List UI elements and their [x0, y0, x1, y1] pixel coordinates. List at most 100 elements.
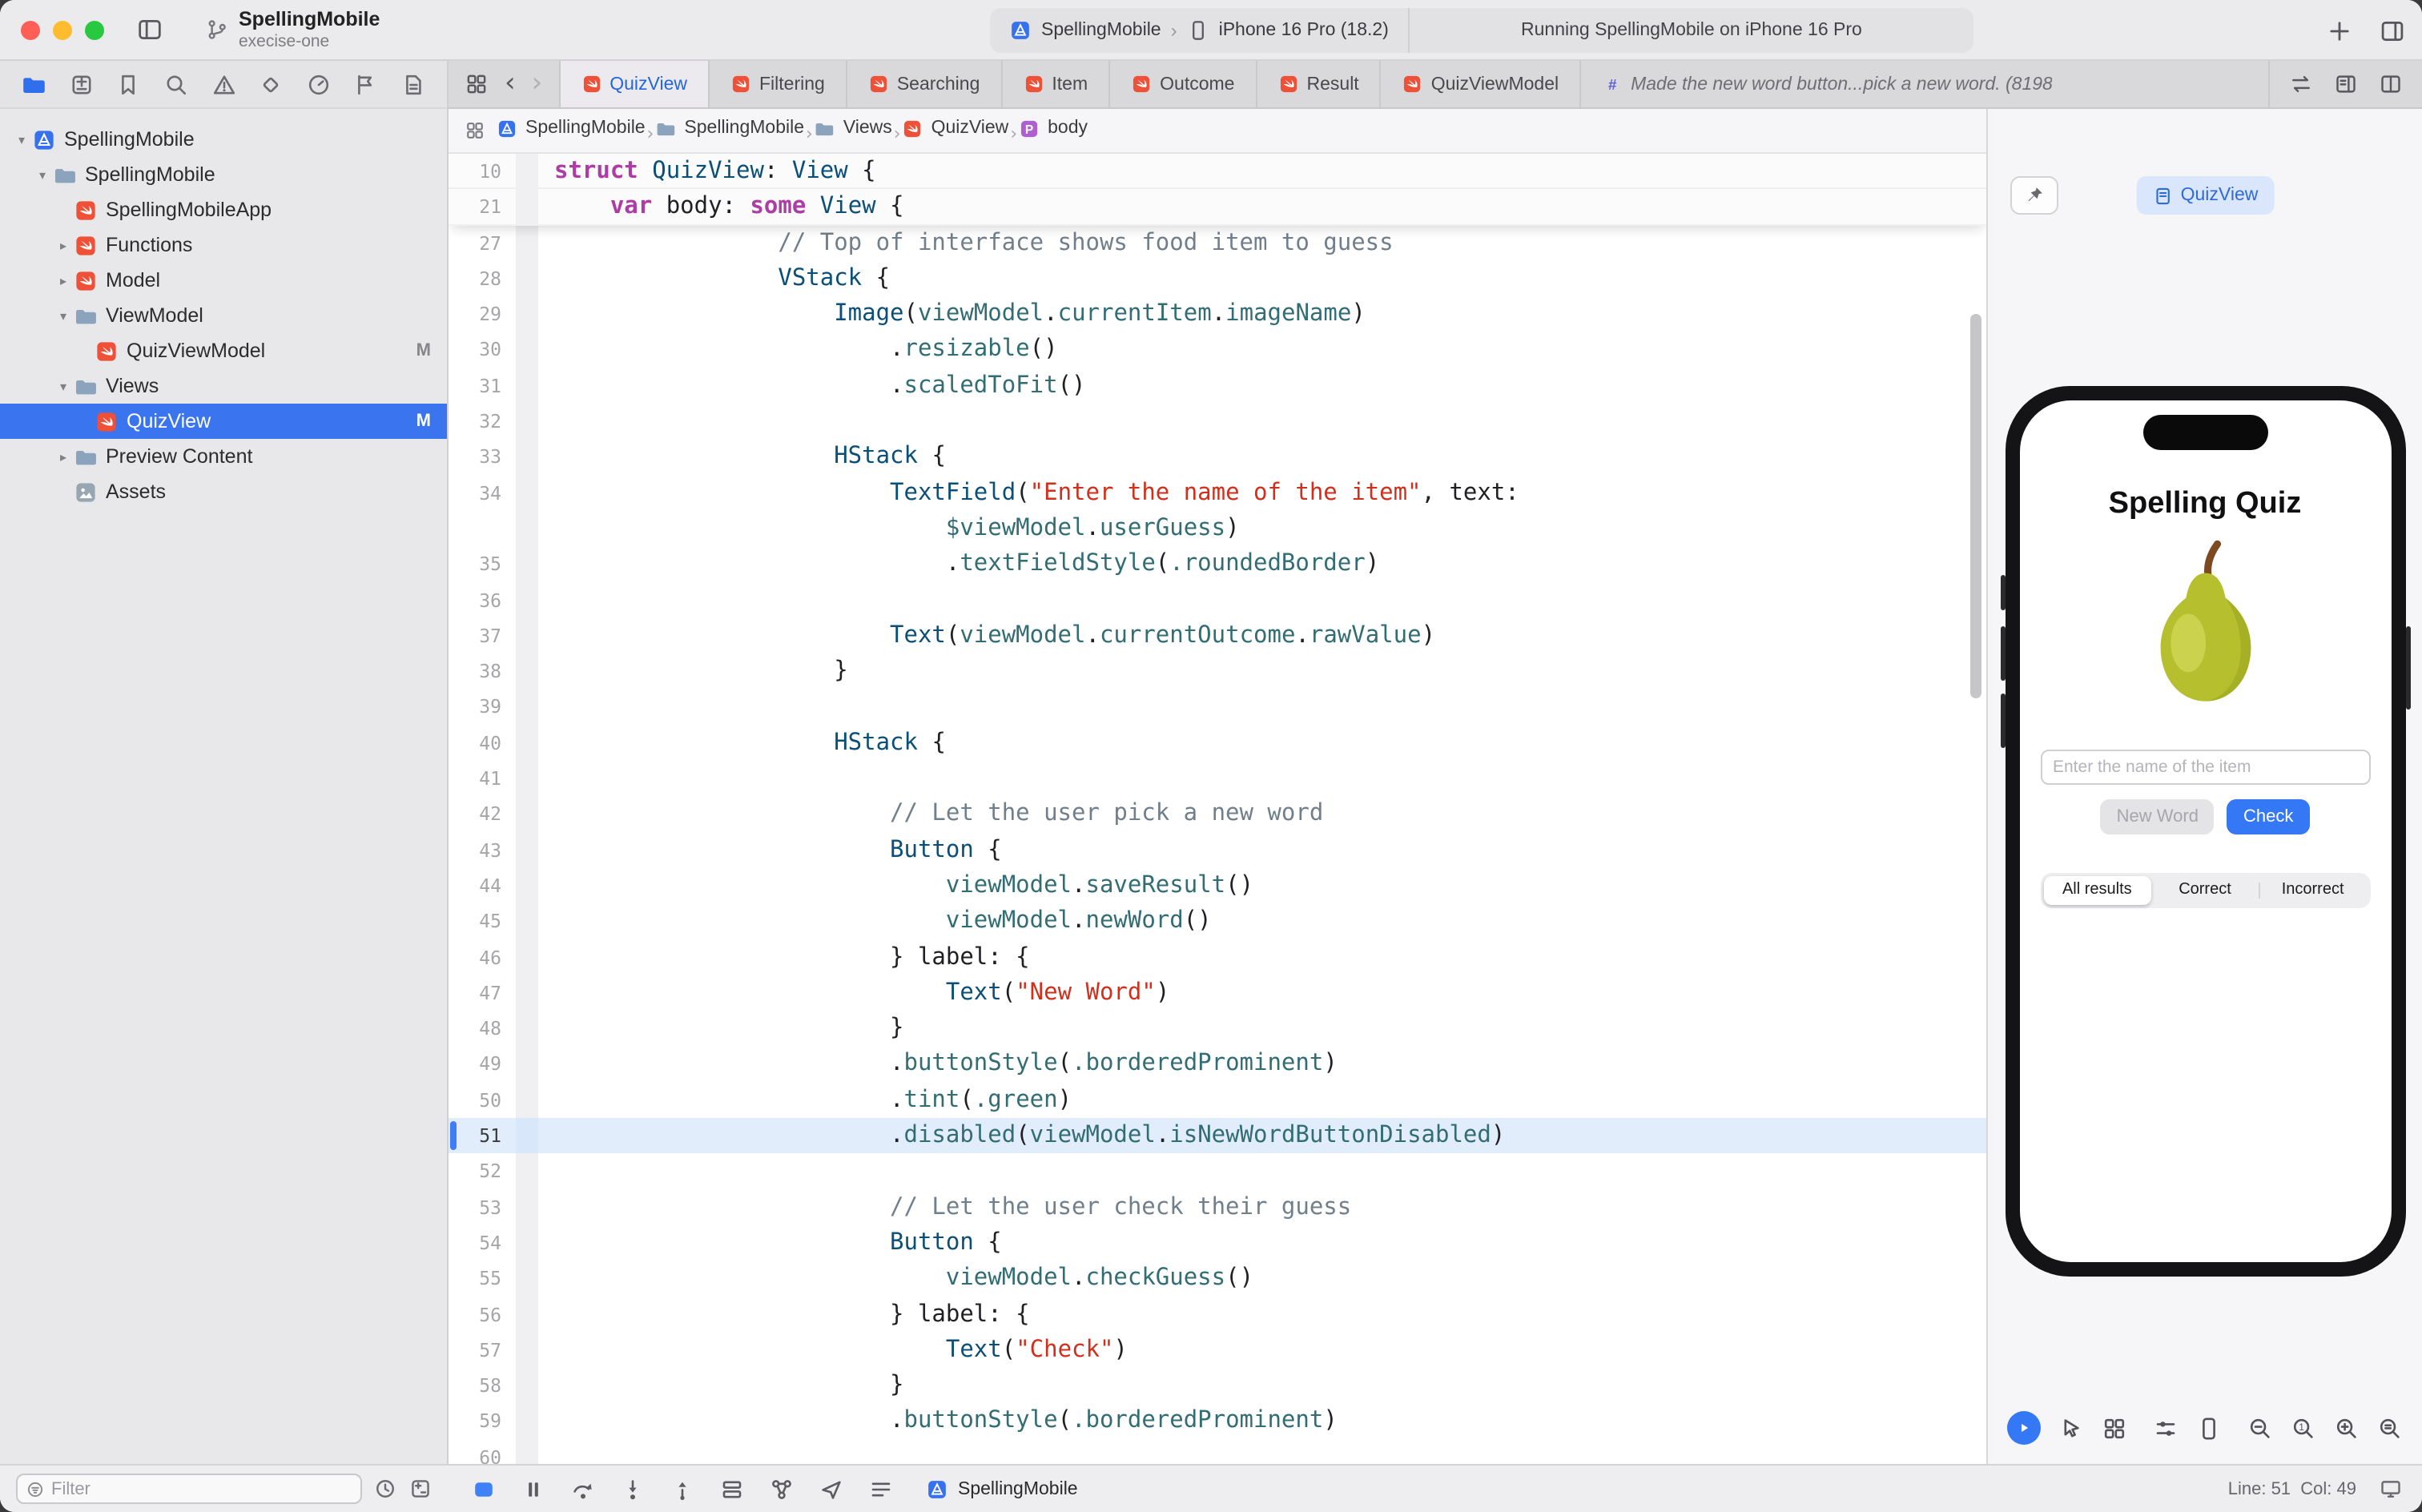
code-line[interactable]: 45 viewModel.newWord() [449, 903, 1986, 939]
editor-layout-icon[interactable] [2379, 17, 2406, 44]
tab-quizviewmodel[interactable]: QuizViewModel [1380, 61, 1579, 107]
breadcrumb-spellingmobile[interactable]: SpellingMobile [655, 118, 804, 139]
source-control-status-icon[interactable] [408, 1477, 432, 1501]
code-line[interactable]: 56 } label: { [449, 1297, 1986, 1333]
code-line[interactable]: 27 // Top of interface shows food item t… [449, 225, 1986, 261]
breakpoints-toggle-icon[interactable] [471, 1476, 497, 1502]
breadcrumb-quizview[interactable]: QuizView [903, 118, 1009, 139]
code-line[interactable]: 46 } label: { [449, 939, 1986, 975]
orientation-icon[interactable] [2196, 1415, 2222, 1441]
split-editor-icon[interactable] [2379, 72, 2403, 96]
navigator-find-icon[interactable] [163, 71, 189, 97]
sidebar-item-quizview[interactable]: QuizViewM [0, 404, 447, 439]
display-icon[interactable] [2379, 1477, 2403, 1501]
code-line[interactable]: 41 [449, 761, 1986, 797]
tab-outcome[interactable]: Outcome [1108, 61, 1255, 107]
navigator-source-control-icon[interactable] [68, 71, 94, 97]
tab-made-the-new-word-button-pick-a-new-word[interactable]: #Made the new word button...pick a new w… [1579, 61, 2268, 107]
editor-overview-icon[interactable] [465, 72, 489, 96]
variants-icon[interactable] [2102, 1415, 2127, 1441]
code-line[interactable]: 49 .buttonStyle(.borderedProminent) [449, 1047, 1986, 1083]
sidebar-item-functions[interactable]: ▸Functions [0, 227, 447, 263]
sidebar-item-quizviewmodel[interactable]: QuizViewModelM [0, 333, 447, 368]
scheme-target[interactable]: SpellingMobile › iPhone 16 Pro (18.2) [990, 8, 1408, 53]
code-line[interactable]: 60 [449, 1439, 1986, 1464]
step-out-icon[interactable] [670, 1476, 695, 1502]
navigator-debug-icon[interactable] [306, 71, 332, 97]
breadcrumb-body[interactable]: Pbody [1019, 118, 1088, 139]
disclosure-icon[interactable]: ▸ [54, 238, 72, 252]
code-line[interactable]: 57 Text("Check") [449, 1333, 1986, 1369]
sticky-code-line[interactable]: 21 var body: some View { [449, 190, 1986, 226]
sidebar-item-viewmodel[interactable]: ▾ViewModel [0, 298, 447, 333]
zoom-in-icon[interactable] [2334, 1415, 2360, 1441]
disclosure-icon[interactable]: ▾ [54, 379, 72, 393]
zoom-window-button[interactable] [85, 20, 104, 39]
recent-files-icon[interactable] [373, 1477, 397, 1501]
filter-field[interactable] [16, 1474, 362, 1504]
code-line[interactable]: 31 .scaledToFit() [449, 368, 1986, 404]
sidebar-item-assets[interactable]: Assets [0, 474, 447, 509]
segment-incorrect[interactable]: Incorrect [2259, 876, 2367, 905]
disclosure-icon[interactable]: ▾ [34, 167, 51, 182]
minimap-options-icon[interactable] [2334, 72, 2358, 96]
code-line[interactable]: 55 viewModel.checkGuess() [449, 1261, 1986, 1297]
stack-frames-icon[interactable] [868, 1476, 894, 1502]
sidebar-item-preview-content[interactable]: ▸Preview Content [0, 439, 447, 474]
code-line[interactable]: $viewModel.userGuess) [449, 511, 1986, 547]
sidebar-item-spellingmobile[interactable]: ▾SpellingMobile [0, 157, 447, 192]
zoom-actual-size-icon[interactable]: 1 [2291, 1415, 2316, 1441]
filter-input[interactable] [51, 1479, 352, 1498]
step-over-icon[interactable] [570, 1476, 596, 1502]
code-line[interactable]: 53 // Let the user check their guess [449, 1189, 1986, 1225]
disclosure-icon[interactable]: ▸ [54, 273, 72, 288]
breadcrumb-spellingmobile[interactable]: SpellingMobile [497, 118, 646, 139]
code-line[interactable]: 32 [449, 404, 1986, 440]
breadcrumb-views[interactable]: Views [815, 118, 892, 139]
related-items-icon[interactable] [465, 120, 485, 141]
segment-all-results[interactable]: All results [2043, 876, 2151, 905]
simulate-location-icon[interactable] [819, 1476, 844, 1502]
new-word-button[interactable]: New Word [2101, 799, 2215, 834]
tab-filtering[interactable]: Filtering [708, 61, 846, 107]
close-window-button[interactable] [21, 20, 40, 39]
sidebar-item-views[interactable]: ▾Views [0, 368, 447, 404]
navigator-bookmarks-icon[interactable] [116, 71, 142, 97]
code-line[interactable]: 34 TextField("Enter the name of the item… [449, 475, 1986, 511]
code-line[interactable]: 39 [449, 690, 1986, 726]
new-tab-button[interactable] [2326, 17, 2353, 44]
minimize-window-button[interactable] [53, 20, 72, 39]
code-line[interactable]: 37 Text(viewModel.currentOutcome.rawValu… [449, 618, 1986, 654]
sticky-code-line[interactable]: 10struct QuizView: View { [449, 154, 1986, 190]
code-line[interactable]: 54 Button { [449, 1225, 1986, 1261]
tab-quizview[interactable]: QuizView [558, 61, 708, 107]
code-line[interactable]: 44 viewModel.saveResult() [449, 868, 1986, 904]
item-name-input[interactable] [2040, 750, 2370, 785]
navigator-issues-icon[interactable] [211, 71, 236, 97]
tab-item[interactable]: Item [1000, 61, 1108, 107]
sidebar-toggle-icon[interactable] [136, 16, 163, 43]
navigator-project-icon[interactable] [21, 71, 46, 97]
code-line[interactable]: 33 HStack { [449, 440, 1986, 476]
code-line[interactable]: 43 Button { [449, 832, 1986, 868]
code-line[interactable]: 47 Text("New Word") [449, 975, 1986, 1011]
code-line[interactable]: 36 [449, 582, 1986, 618]
code-editor[interactable]: 10struct QuizView: View {21 var body: so… [449, 154, 1986, 1464]
pause-icon[interactable] [521, 1476, 546, 1502]
code-line[interactable]: 35 .textFieldStyle(.roundedBorder) [449, 547, 1986, 583]
zoom-fit-icon[interactable] [2377, 1415, 2403, 1441]
navigator-tests-icon[interactable] [258, 71, 284, 97]
tab-result[interactable]: Result [1256, 61, 1380, 107]
disclosure-icon[interactable]: ▸ [54, 449, 72, 464]
forward-icon[interactable]: › [532, 70, 543, 98]
zoom-out-icon[interactable] [2247, 1415, 2273, 1441]
code-line[interactable]: 51 .disabled(viewModel.isNewWordButtonDi… [449, 1118, 1986, 1154]
code-line[interactable]: 40 HStack { [449, 726, 1986, 762]
navigator-reports-icon[interactable] [400, 71, 426, 97]
editor-scrollbar[interactable] [1970, 314, 1981, 698]
device-settings-icon[interactable] [2153, 1415, 2179, 1441]
code-line[interactable]: 58 } [449, 1368, 1986, 1404]
running-app-badge[interactable]: SpellingMobile [926, 1478, 1078, 1500]
scheme-selector[interactable]: SpellingMobile › iPhone 16 Pro (18.2) Ru… [990, 8, 1973, 53]
tab-searching[interactable]: Searching [846, 61, 1001, 107]
